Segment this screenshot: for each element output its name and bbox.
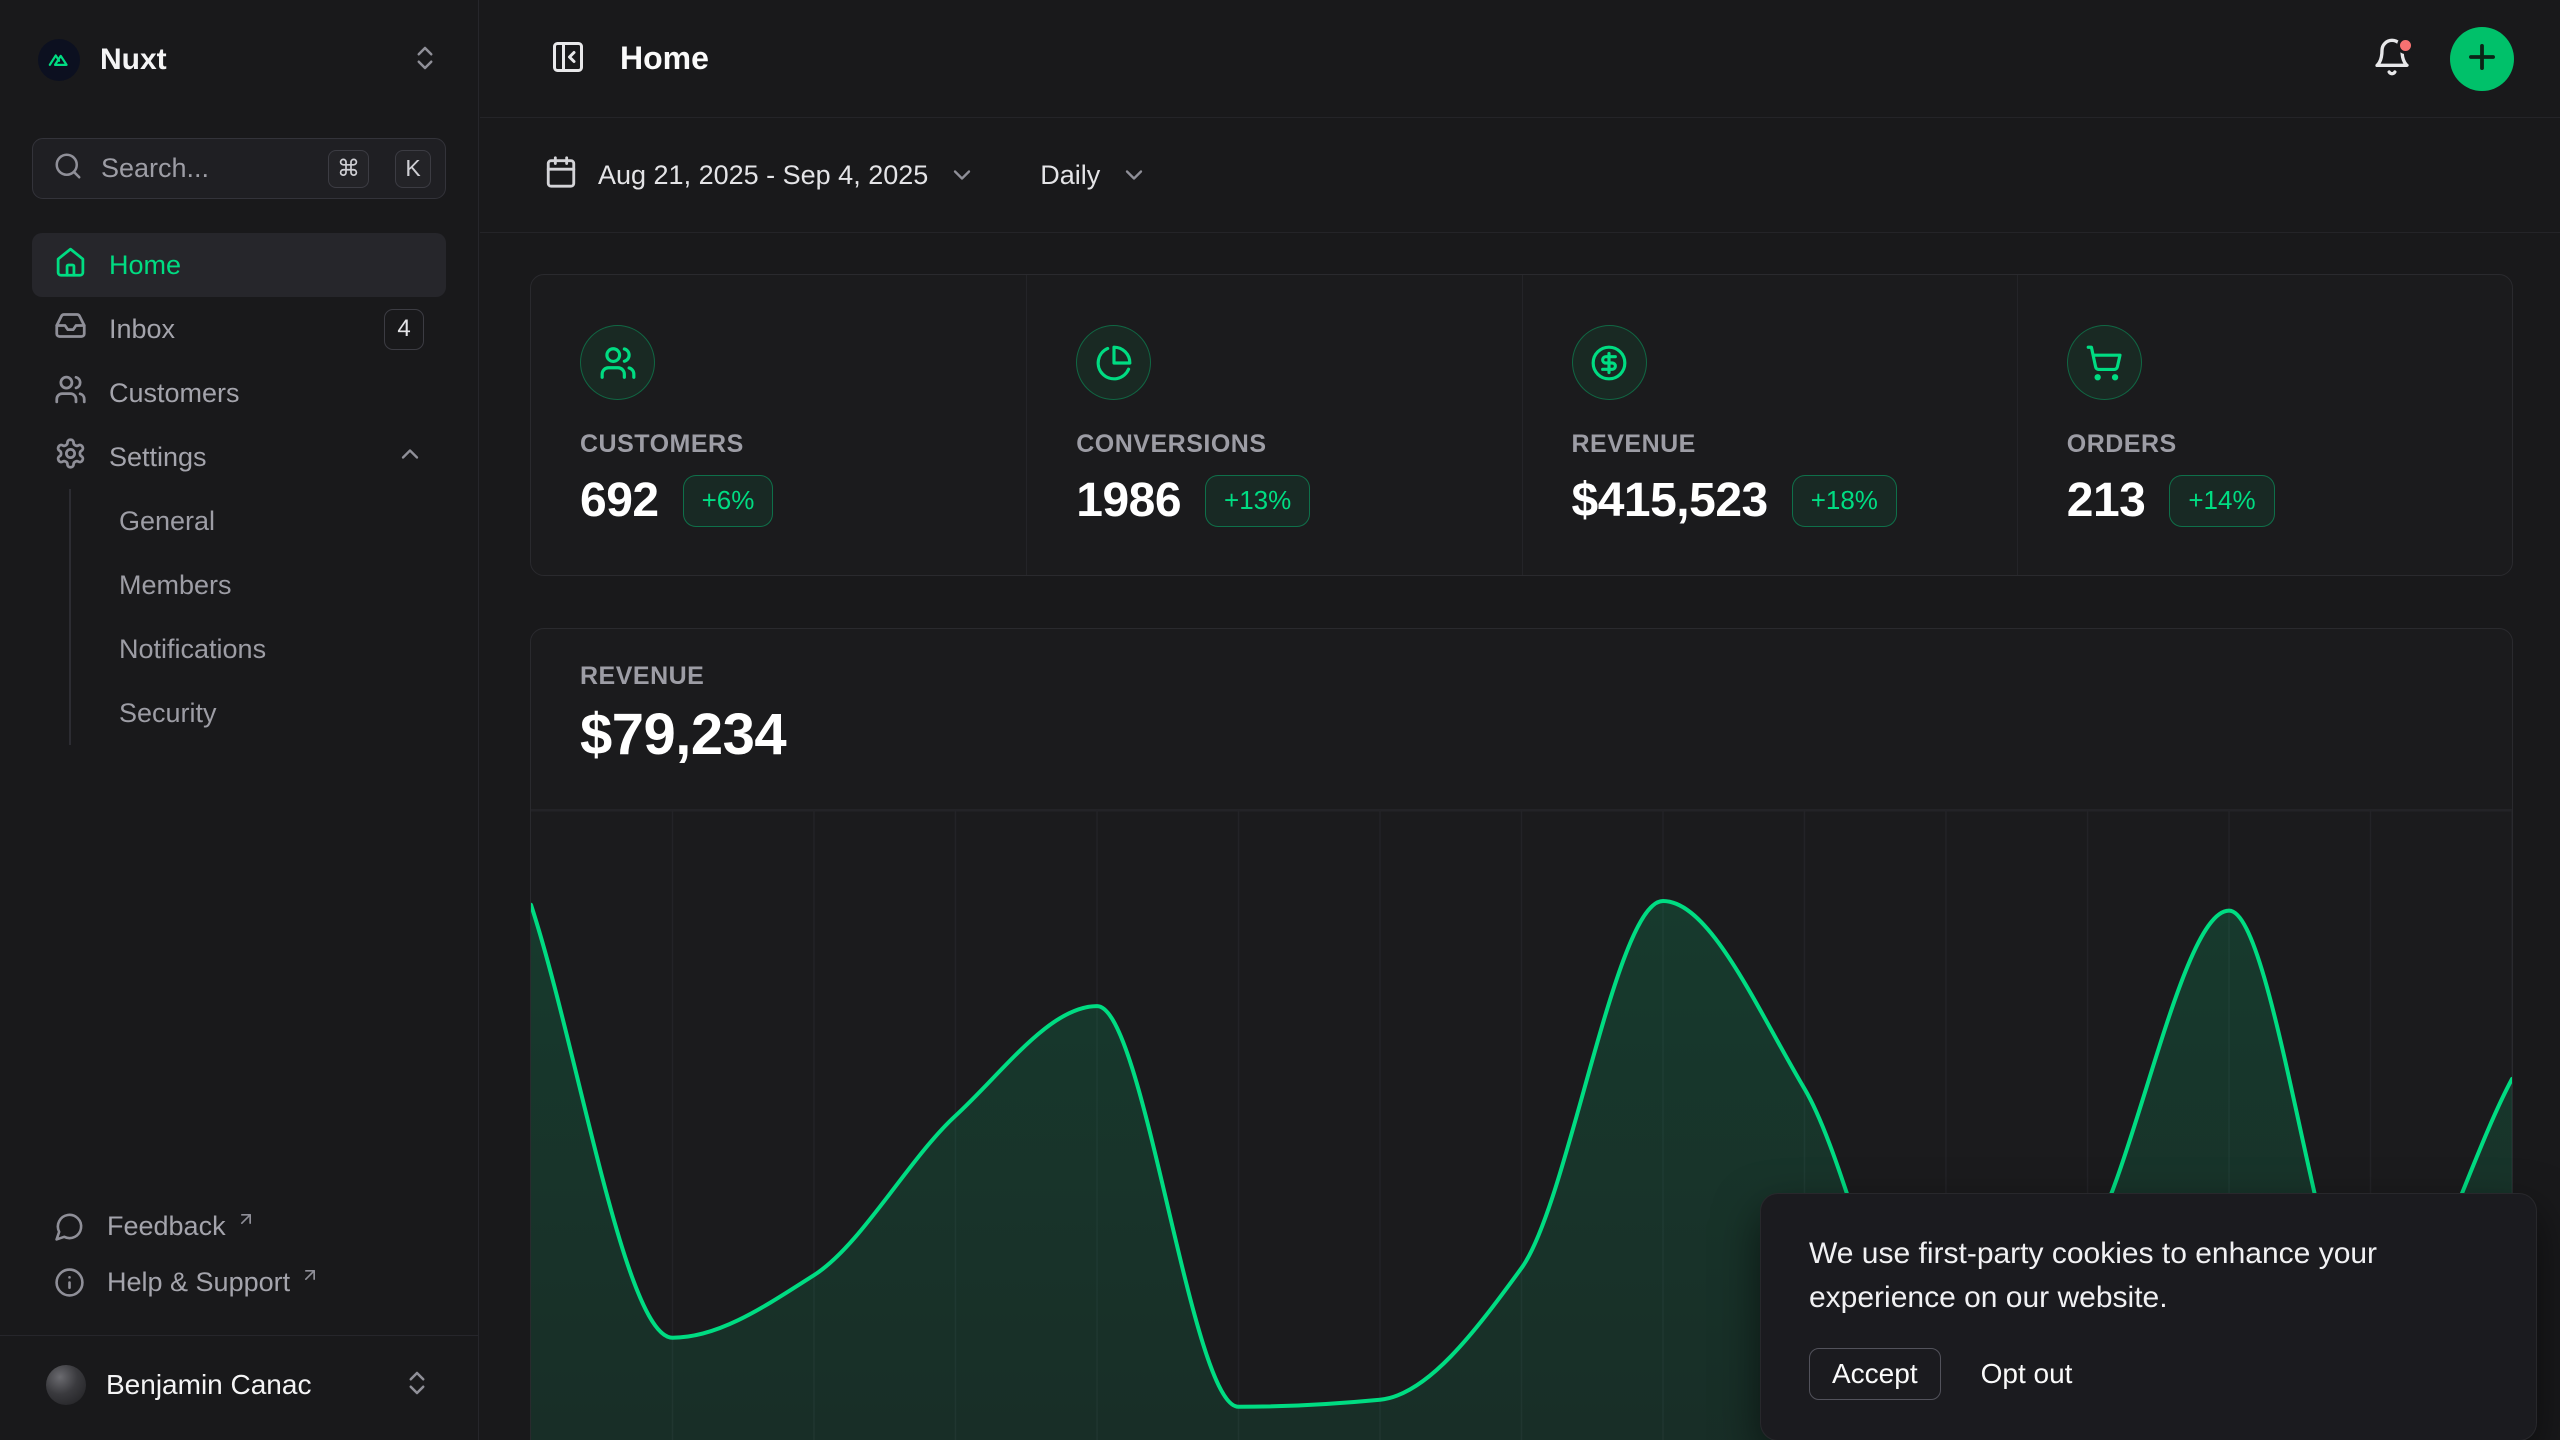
- dollar-circle-icon: [1572, 325, 1647, 400]
- chart-title: REVENUE: [580, 662, 2512, 691]
- chevron-down-icon: [1120, 161, 1148, 189]
- stat-value: 692: [580, 473, 659, 528]
- feedback-label: Feedback: [107, 1211, 226, 1242]
- chevrons-up-down-icon: [410, 43, 440, 78]
- notifications-button[interactable]: [2368, 35, 2416, 83]
- inbox-count-badge: 4: [384, 309, 424, 350]
- accept-button[interactable]: Accept: [1809, 1348, 1941, 1400]
- home-icon: [54, 245, 87, 285]
- cart-icon: [2067, 325, 2142, 400]
- stat-delta-badge: +13%: [1205, 475, 1310, 527]
- cookie-banner: We use first-party cookies to enhance yo…: [1760, 1193, 2537, 1440]
- filters-toolbar: Aug 21, 2025 - Sep 4, 2025 Daily: [480, 118, 2560, 233]
- feedback-link[interactable]: Feedback: [32, 1203, 446, 1259]
- stat-delta-badge: +6%: [683, 475, 774, 527]
- panel-left-icon: [550, 39, 586, 78]
- stat-delta-badge: +18%: [1792, 475, 1897, 527]
- notification-dot: [2397, 37, 2414, 54]
- sidebar-item-customers[interactable]: Customers: [32, 361, 446, 425]
- stat-value: 213: [2067, 473, 2146, 528]
- opt-out-button[interactable]: Opt out: [1981, 1349, 2073, 1399]
- info-circle-icon: [54, 1267, 85, 1305]
- stat-label: CUSTOMERS: [580, 430, 1026, 459]
- search-placeholder: Search...: [101, 153, 310, 184]
- search-icon: [53, 151, 83, 186]
- stat-label: CONVERSIONS: [1076, 430, 1521, 459]
- inbox-icon: [54, 309, 87, 349]
- message-bubble-icon: [54, 1211, 85, 1249]
- user-menu[interactable]: Benjamin Canac: [32, 1352, 446, 1418]
- plus-icon: [2463, 38, 2501, 79]
- user-name: Benjamin Canac: [106, 1369, 382, 1401]
- page-header: Home: [480, 0, 2560, 118]
- stat-conversions[interactable]: CONVERSIONS 1986 +13%: [1026, 275, 1521, 575]
- sidebar-nav: Home Inbox 4 Customers Settings: [32, 233, 446, 745]
- cookie-message-line1: We use first-party cookies to enhance yo…: [1809, 1232, 2488, 1276]
- stat-label: ORDERS: [2067, 430, 2512, 459]
- users-icon: [580, 325, 655, 400]
- stat-value: $415,523: [1572, 473, 1768, 528]
- date-range-value: Aug 21, 2025 - Sep 4, 2025: [598, 160, 928, 191]
- nuxt-logo-icon: [38, 39, 80, 81]
- sidebar-footer: Feedback Help & Support Benjamin Canac: [32, 1203, 446, 1418]
- chevron-up-icon: [396, 440, 424, 475]
- granularity-select[interactable]: Daily: [1040, 160, 1148, 191]
- stat-delta-badge: +14%: [2169, 475, 2274, 527]
- sidebar-item-label: Customers: [109, 378, 424, 409]
- granularity-value: Daily: [1040, 160, 1100, 191]
- workspace-switcher[interactable]: Nuxt: [32, 30, 446, 90]
- date-range-picker[interactable]: Aug 21, 2025 - Sep 4, 2025: [544, 155, 976, 196]
- collapse-sidebar-button[interactable]: [544, 35, 592, 83]
- help-support-link[interactable]: Help & Support: [32, 1259, 446, 1315]
- sidebar-item-notifications[interactable]: Notifications: [71, 617, 446, 681]
- workspace-name: Nuxt: [100, 43, 390, 77]
- stat-revenue[interactable]: REVENUE $415,523 +18%: [1522, 275, 2017, 575]
- sidebar-item-general[interactable]: General: [71, 489, 446, 553]
- stats-card: CUSTOMERS 692 +6% CONVERSIONS 1986 +13%: [530, 274, 2513, 576]
- sidebar-item-inbox[interactable]: Inbox 4: [32, 297, 446, 361]
- external-link-icon: [300, 1261, 320, 1292]
- kbd-k: K: [395, 150, 431, 188]
- dashboard-screen: Nuxt Search... ⌘ K Home: [0, 0, 2560, 1440]
- stat-value: 1986: [1076, 473, 1181, 528]
- sidebar-item-label: Settings: [109, 442, 374, 473]
- divider: [0, 1335, 478, 1336]
- sidebar-item-members[interactable]: Members: [71, 553, 446, 617]
- external-link-icon: [236, 1205, 256, 1236]
- gear-icon: [54, 437, 87, 477]
- calendar-icon: [544, 155, 578, 196]
- users-icon: [54, 373, 87, 413]
- search-input[interactable]: Search... ⌘ K: [32, 138, 446, 199]
- sidebar: Nuxt Search... ⌘ K Home: [0, 0, 479, 1440]
- header-actions: [2368, 27, 2514, 91]
- chart-current-value: $79,234: [580, 701, 2512, 768]
- stat-orders[interactable]: ORDERS 213 +14%: [2017, 275, 2512, 575]
- sidebar-item-label: Inbox: [109, 314, 362, 345]
- avatar: [46, 1365, 86, 1405]
- kbd-meta: ⌘: [328, 150, 369, 188]
- settings-sub-list: General Members Notifications Security: [69, 489, 446, 745]
- page-title: Home: [620, 40, 709, 77]
- sidebar-item-home[interactable]: Home: [32, 233, 446, 297]
- sidebar-item-settings[interactable]: Settings: [32, 425, 446, 489]
- add-button[interactable]: [2450, 27, 2514, 91]
- help-support-label: Help & Support: [107, 1267, 290, 1298]
- chevrons-up-down-icon: [402, 1368, 432, 1403]
- stat-customers[interactable]: CUSTOMERS 692 +6%: [531, 275, 1026, 575]
- chevron-down-icon: [948, 161, 976, 189]
- stat-label: REVENUE: [1572, 430, 2017, 459]
- sidebar-item-security[interactable]: Security: [71, 681, 446, 745]
- pie-chart-icon: [1076, 325, 1151, 400]
- sidebar-item-label: Home: [109, 250, 424, 281]
- cookie-message-line2: experience on our website.: [1809, 1276, 2488, 1320]
